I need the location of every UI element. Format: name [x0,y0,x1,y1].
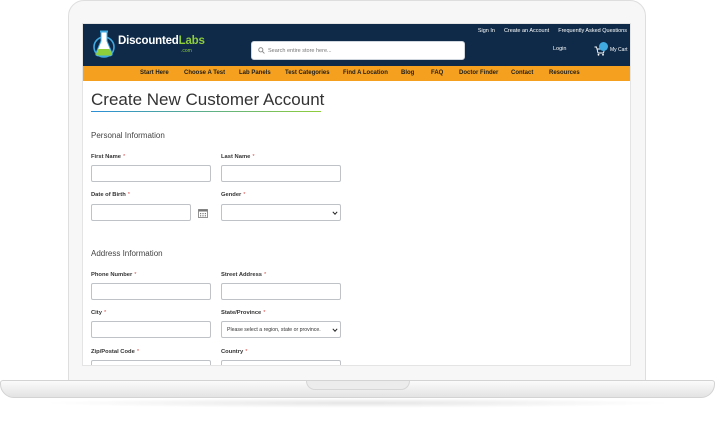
create-account-link[interactable]: Create an Account [504,28,549,34]
search-icon [258,47,265,54]
required-mark: * [122,154,126,160]
address-info-heading: Address Information [91,249,163,258]
required-mark: * [252,154,255,160]
first-name-label-text: First Name [91,154,121,160]
gender-label-text: Gender [221,192,242,198]
nav-item-resources[interactable]: Resources [549,70,580,76]
nav-item-doctor-finder[interactable]: Doctor Finder [459,70,498,76]
nav-item-start-here[interactable]: Start Here [140,70,169,76]
phone-label-text: Phone Number [91,272,133,278]
required-mark: * [136,349,140,355]
gender-select[interactable] [221,204,341,221]
chevron-down-icon [332,211,338,215]
zip-label: Zip/Postal Code * [91,349,139,355]
nav-item-test-categories[interactable]: Test Categories [285,70,330,76]
zip-field[interactable] [91,360,211,365]
state-select-value: Please select a region, state or provinc… [227,327,321,333]
calendar-icon[interactable] [198,208,208,218]
state-label-text: State/Province [221,310,262,316]
required-mark: * [103,310,107,316]
state-label: State/Province * [221,310,266,316]
logo-wordmark: DiscountedLabs [118,35,205,47]
laptop-shadow [40,398,675,408]
top-links: Sign In Create an Account Frequently Ask… [478,28,627,34]
cart-label: My Cart [610,47,628,53]
required-mark: * [264,272,267,278]
zip-label-text: Zip/Postal Code [91,349,135,355]
search-box[interactable] [251,41,465,60]
gender-label: Gender * [221,192,246,198]
logo-wordmark-b: Labs [178,35,205,47]
required-mark: * [134,272,137,278]
page-title: Create New Customer Account [91,90,325,109]
first-name-label: First Name * [91,154,125,160]
main-nav: Start Here Choose A Test Lab Panels Test… [83,66,630,81]
required-mark: * [263,310,266,316]
nav-item-blog[interactable]: Blog [401,70,414,76]
nav-item-find-a-location[interactable]: Find A Location [343,70,388,76]
city-field[interactable] [91,321,211,338]
faq-link[interactable]: Frequently Asked Questions [558,28,627,34]
site-logo[interactable]: DiscountedLabs .com [91,29,211,61]
phone-label: Phone Number * [91,272,137,278]
city-label: City * [91,310,106,316]
required-mark: * [127,192,131,198]
site-header: DiscountedLabs .com Sign In Create an Ac… [83,24,630,66]
dob-label-text: Date of Birth [91,192,126,198]
flask-logo-icon [93,30,115,58]
cart-count-badge [599,42,608,51]
dob-field[interactable] [91,204,191,221]
logo-wordmark-a: Discounted [118,35,179,47]
street-field[interactable] [221,283,341,300]
login-link[interactable]: Login [553,46,566,52]
last-name-label: Last Name * [221,154,255,160]
required-mark: * [245,349,248,355]
street-label: Street Address * [221,272,266,278]
country-select[interactable] [221,360,341,365]
required-mark: * [243,192,246,198]
cart-button[interactable]: My Cart [594,42,630,58]
state-select[interactable]: Please select a region, state or provinc… [221,321,341,338]
first-name-field[interactable] [91,165,211,182]
street-label-text: Street Address [221,272,263,278]
title-underline [91,111,321,112]
browser-viewport: DiscountedLabs .com Sign In Create an Ac… [82,23,631,366]
sign-in-link[interactable]: Sign In [478,28,495,34]
laptop-notch [306,381,410,390]
chevron-down-icon [332,327,338,333]
country-label: Country * [221,349,248,355]
laptop-base [0,380,715,398]
last-name-label-text: Last Name [221,154,251,160]
search-input[interactable] [268,43,458,58]
phone-field[interactable] [91,283,211,300]
country-label-text: Country [221,349,244,355]
nav-item-faq[interactable]: FAQ [431,70,443,76]
nav-item-contact[interactable]: Contact [511,70,533,76]
personal-info-heading: Personal Information [91,131,165,140]
city-label-text: City [91,310,102,316]
last-name-field[interactable] [221,165,341,182]
logo-domain-suffix: .com [181,48,192,54]
nav-item-lab-panels[interactable]: Lab Panels [239,70,271,76]
dob-label: Date of Birth * [91,192,130,198]
nav-item-choose-a-test[interactable]: Choose A Test [184,70,225,76]
